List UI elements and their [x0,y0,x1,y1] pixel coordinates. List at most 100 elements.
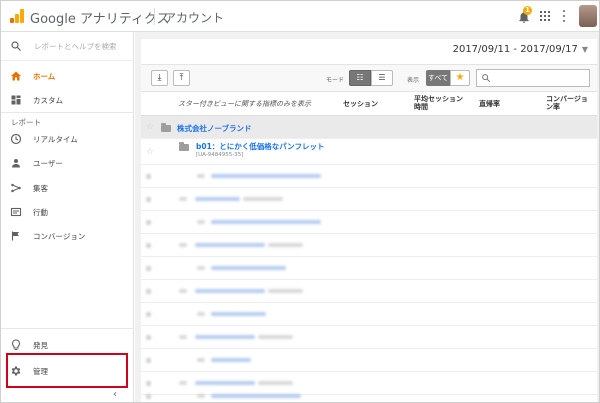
property-name[interactable]: b01：とにかく低価格なパンフレット [196,141,324,152]
sidebar-search[interactable]: レポートとヘルプを検索 [1,32,134,61]
property-name [195,197,240,201]
table-toolbar: ⤓ ⤒ モード ☷ ☰ 表示 すべて ★ [141,64,597,92]
view-name [211,312,266,316]
star-icon [146,266,151,271]
table-row[interactable] [141,389,597,402]
reports-header: レポート [11,118,41,127]
sidebar-item-conversions[interactable]: コンバージョン [1,225,134,247]
table-row[interactable] [141,280,597,303]
search-icon [11,41,21,51]
sidebar-item-behavior[interactable]: 行動 [1,201,134,223]
main-content: 2017/09/11 - 2017/09/17 ▼ ⤓ ⤒ モード ☷ ☰ 表示 … [135,32,599,402]
star-icon[interactable]: ☆ [146,122,154,132]
property-id [243,197,283,201]
table-row[interactable] [141,349,597,372]
person-icon [12,159,20,168]
sidebar: レポートとヘルプを検索 ホーム カスタム レポート リアルタイム ユーザー 集客… [1,32,134,402]
property-id: [UA-9484955-35] [196,152,244,158]
starred-only-toggle[interactable]: スター付きビューに関する指標のみを表示 [178,100,311,108]
header-line: 平均セッション [414,95,463,103]
search-icon [482,74,491,83]
collapse-sidebar-icon[interactable]: ‹ [113,389,117,400]
upload-arrow-icon: ⤒ [179,73,184,83]
folder-icon [179,197,187,201]
star-icon [146,358,151,363]
account-selector[interactable]: アカウント [164,9,224,26]
table-row[interactable] [141,303,597,326]
property-id [268,243,303,247]
user-avatar[interactable] [579,5,597,27]
acquisition-icon [11,183,21,193]
sidebar-item-label: ホーム [33,72,56,81]
sidebar-item-label: 集客 [33,184,48,193]
table-row-organization[interactable]: ☆ 株式会社ノーブランド [141,116,597,139]
sidebar-item-label: 行動 [33,208,48,217]
list-mode-button[interactable]: ☰ [371,70,393,86]
display-all-button[interactable]: すべて [426,70,450,86]
star-icon [146,335,151,340]
sidebar-item-home[interactable]: ホーム [1,65,134,87]
property-id [258,381,293,385]
lightbulb-icon [12,339,20,350]
folder-icon [179,289,187,293]
table-search-input[interactable] [476,69,590,87]
date-range-selector[interactable]: 2017/09/11 - 2017/09/17 ▼ [453,44,588,55]
property-id [258,335,293,339]
table-row[interactable] [141,257,597,280]
view-icon [197,358,205,362]
star-icon [146,197,151,202]
apps-grid-icon[interactable] [540,11,550,21]
star-icon [146,174,151,179]
behavior-icon [10,207,22,217]
view-icon [197,220,205,224]
star-icon [146,289,151,294]
table-row[interactable] [141,234,597,257]
mode-label: モード [326,77,345,84]
folder-icon [179,142,189,151]
table-row[interactable] [141,188,597,211]
list-view-icon: ☰ [378,73,386,82]
product-title: Google アナリティクス [30,12,170,27]
collapse-all-button[interactable]: ⤒ [173,70,190,86]
view-name [211,394,301,398]
download-arrow-icon: ⤓ [157,73,162,83]
sidebar-item-audience[interactable]: ユーザー [1,152,134,174]
table-row[interactable] [141,165,597,188]
table-row[interactable] [141,326,597,349]
view-name [211,174,321,178]
folder-icon [179,243,187,247]
account-panel: 2017/09/11 - 2017/09/17 ▼ ⤓ ⤒ モード ☷ ☰ 表示 … [141,39,597,402]
window-frame: Google アナリティクス アカウント 1 レポートとヘルプを検索 ホーム カ [0,0,600,403]
home-icon [11,71,21,81]
header-line: ン率 [546,103,560,111]
sidebar-item-realtime[interactable]: リアルタイム [1,128,134,150]
view-name [211,266,286,270]
display-starred-button[interactable]: ★ [450,70,470,86]
flag-icon [11,231,19,241]
title-divider [154,8,155,25]
sidebar-item-acquisition[interactable]: 集客 [1,177,134,199]
tree-view-icon: ☷ [356,73,364,82]
sidebar-item-custom[interactable]: カスタム [1,89,134,111]
top-bar: Google アナリティクス アカウント 1 [1,1,599,32]
view-icon [197,394,205,398]
sidebar-item-label: 発見 [33,341,48,350]
column-header-conversion-rate: コンバージョ ン率 [546,95,588,111]
column-header-sessions: セッション [343,100,378,108]
star-icon[interactable]: ☆ [146,147,154,157]
more-options-icon[interactable] [563,10,566,22]
sidebar-item-label: リアルタイム [33,135,78,144]
dashboard-icon [11,95,21,105]
expand-all-button[interactable]: ⤓ [151,70,168,86]
header-line: コンバージョ [546,95,588,103]
analytics-logo-icon[interactable] [10,9,24,23]
display-label: 表示 [407,77,420,84]
column-header-bounce-rate: 直帰率 [479,100,500,108]
organization-name[interactable]: 株式会社ノーブランド [177,123,252,134]
star-icon [146,381,151,386]
table-row[interactable] [141,211,597,234]
star-icon [146,312,151,317]
view-icon [197,174,205,178]
table-row-property[interactable]: ☆ b01：とにかく低価格なパンフレット [UA-9484955-35] [141,139,597,165]
tree-mode-button[interactable]: ☷ [349,70,371,86]
